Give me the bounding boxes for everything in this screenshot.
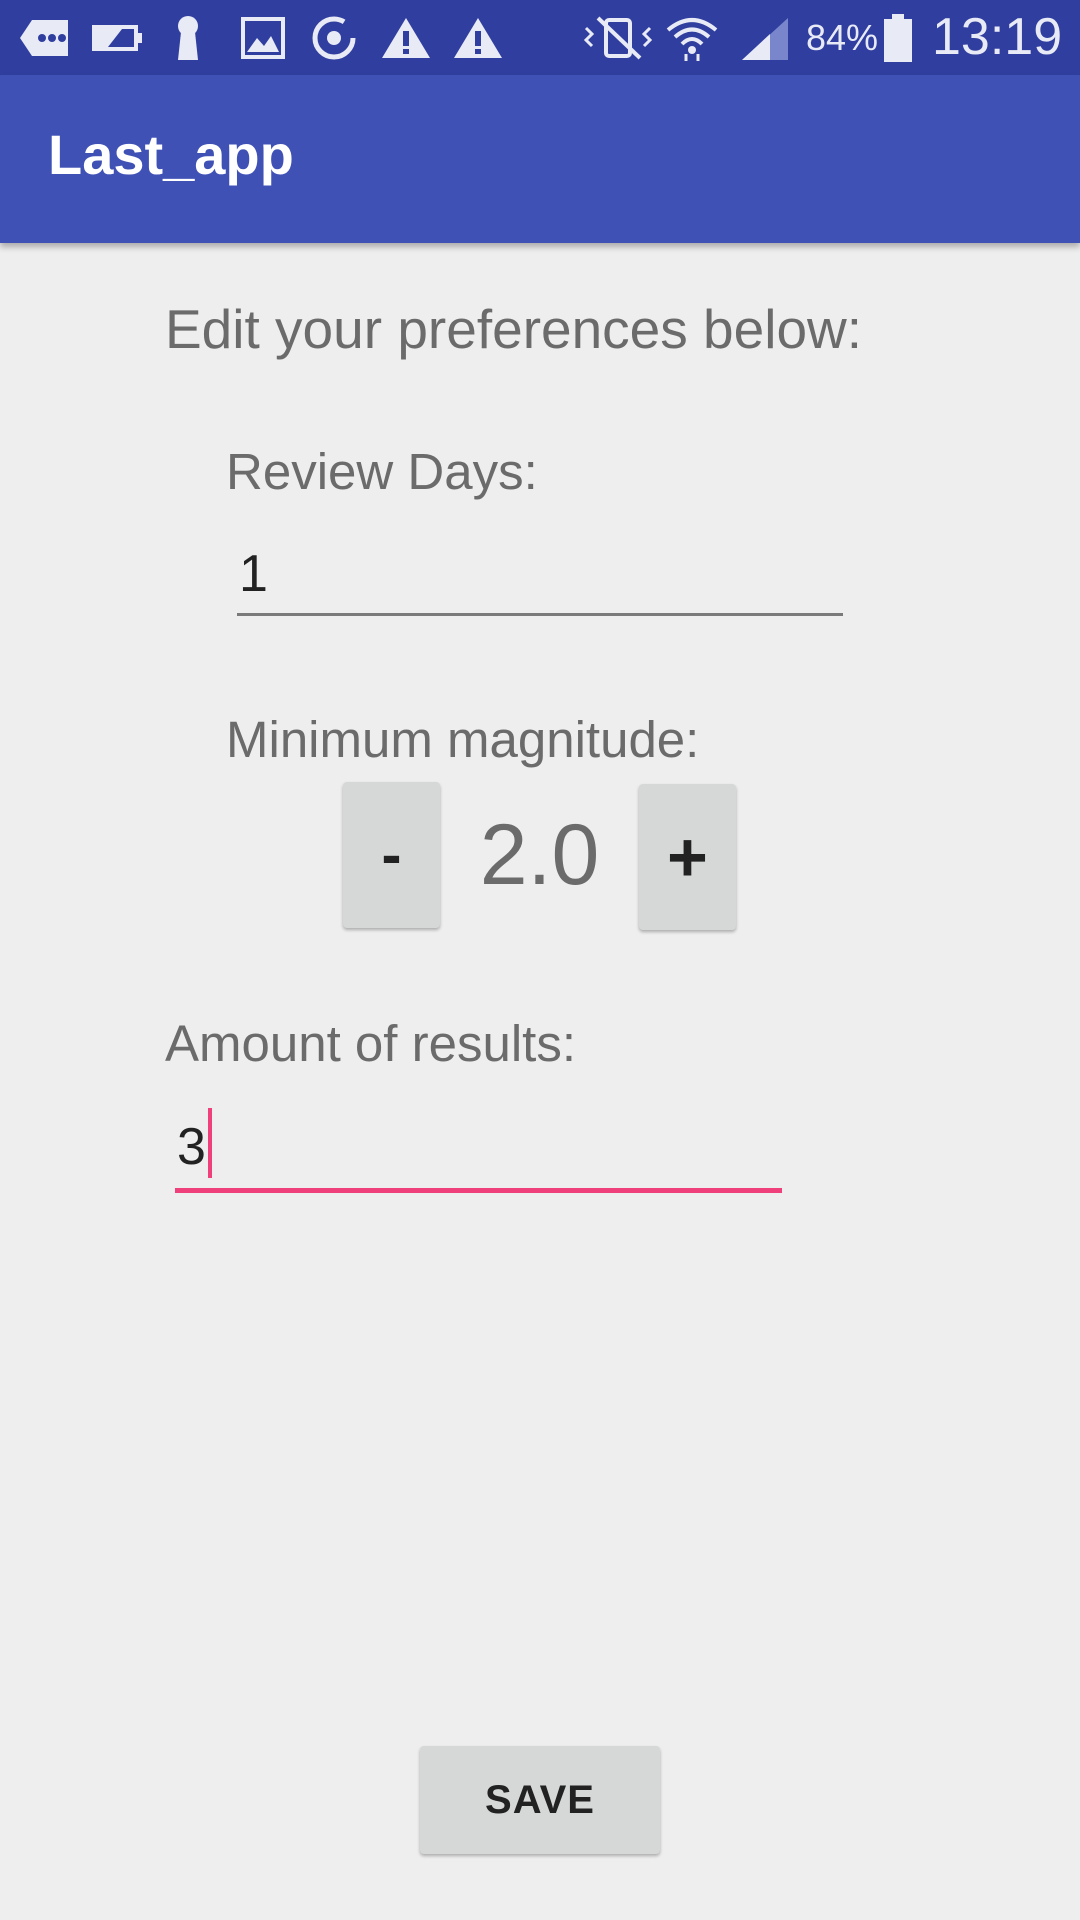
increment-magnitude-button[interactable]: + [639, 784, 736, 930]
chat-bubble-icon [20, 20, 68, 56]
battery-icon [884, 14, 912, 62]
review-days-label: Review Days: [226, 443, 538, 500]
vibrate-icon [583, 16, 653, 60]
save-button[interactable]: SAVE [420, 1746, 660, 1854]
clock: 13:19 [932, 8, 1063, 66]
page-heading: Edit your preferences below: [165, 298, 863, 360]
battery-low-icon [92, 25, 142, 51]
status-bar: 84% 13:19 [0, 0, 1080, 75]
amount-results-input[interactable]: 3 [175, 1108, 782, 1193]
keyhole-icon [178, 16, 198, 60]
min-magnitude-value: 2.0 [479, 807, 600, 903]
amount-results-label: Amount of results: [165, 1015, 577, 1072]
app-title: Last_app [48, 123, 294, 186]
battery-percent: 84% [806, 17, 879, 58]
min-magnitude-label: Minimum magnitude: [226, 711, 700, 768]
review-days-value: 1 [239, 545, 268, 603]
decrement-magnitude-button[interactable]: - [343, 782, 440, 928]
text-cursor [207, 1108, 212, 1178]
signal-icon [742, 18, 788, 60]
amount-results-value: 3 [177, 1118, 206, 1176]
warning-icon [454, 18, 502, 58]
review-days-input[interactable]: 1 [237, 548, 843, 616]
wifi-icon [666, 18, 718, 61]
warning-icon [382, 18, 430, 58]
image-icon [241, 17, 285, 59]
preferences-screen: 84% 13:19 Last_app Edit your preferences… [0, 0, 1080, 1920]
app-bar: Last_app [0, 75, 1080, 243]
sync-icon [312, 16, 356, 60]
